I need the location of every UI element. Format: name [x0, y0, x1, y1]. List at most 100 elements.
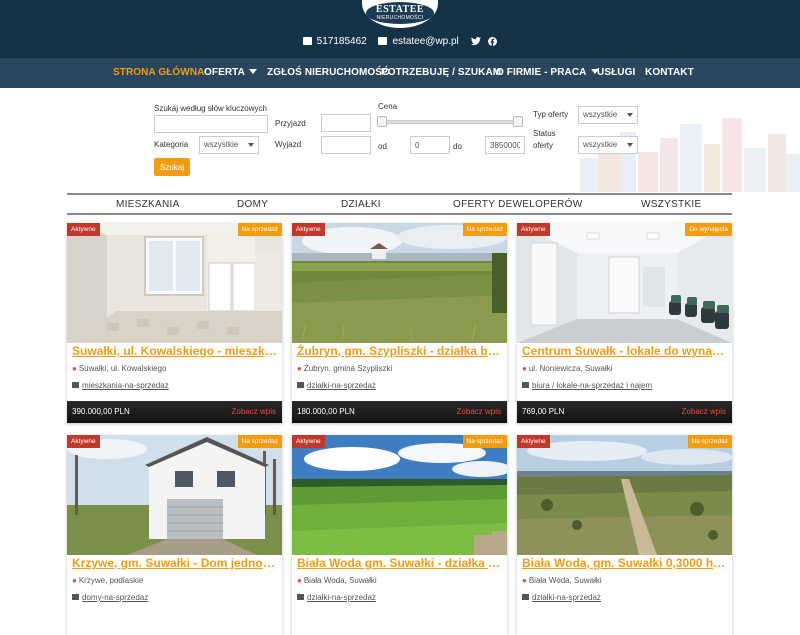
offer-type-badge: Na sprzedaż: [687, 435, 732, 448]
listing-category-text: działki-na-sprzedaż: [307, 593, 376, 602]
nav-strona-glowna[interactable]: STRONA GŁÓWNA: [113, 58, 204, 88]
listing-title[interactable]: Biała Woda, gm. Suwałki 0,3000 ha działk…: [522, 556, 727, 570]
listing-price: 390.000,00 PLN: [72, 407, 130, 416]
tab-domy[interactable]: DOMY: [237, 199, 268, 210]
status-badge: Aktywne: [517, 223, 550, 236]
phone-link[interactable]: 517185462: [302, 36, 370, 47]
listing-category-link[interactable]: mieszkania-na-sprzedaz: [72, 381, 169, 390]
price-slider-min-handle[interactable]: [377, 116, 387, 127]
map-pin-icon: ●: [297, 364, 302, 373]
listing-card[interactable]: Aktywne Na sprzedaż Żubryn, gm. Szyplisz…: [292, 223, 507, 423]
listing-title[interactable]: Krzywe, gm. Suwałki - Dom jednorodzinny: [72, 556, 277, 570]
offer-type-select[interactable]: wszystkie: [578, 106, 638, 124]
offer-type-badge: Na sprzedaż: [237, 435, 282, 448]
main-navigation: STRONA GŁÓWNA OFERTA ZGŁOŚ NIERUCHOMOŚĆ …: [0, 58, 800, 88]
nav-potrzebuje-szukam[interactable]: POTRZEBUJĘ / SZUKAM: [381, 58, 501, 88]
facebook-icon[interactable]: [488, 37, 498, 47]
offer-type-select-value: wszystkie: [583, 110, 618, 119]
nav-oferta[interactable]: OFERTA: [204, 58, 257, 88]
listing-location-text: ul. Noniewicza, Suwałki: [528, 364, 613, 373]
twitter-icon[interactable]: [470, 37, 481, 46]
offer-status-select[interactable]: wszystkie: [578, 136, 638, 154]
listing-card[interactable]: Aktywne Na sprzedaż Krzywe, gm. Suwałki …: [67, 435, 282, 635]
arrival-date-input[interactable]: [321, 114, 371, 132]
tag-icon: [522, 382, 529, 388]
price-from-label: od: [378, 142, 387, 151]
tab-oferty-deweloperow[interactable]: OFERTY DEWELOPERÓW: [453, 199, 583, 210]
listing-category-link[interactable]: działki-na-sprzedaż: [297, 381, 376, 390]
logo-wordmark: ESTATEE: [375, 4, 425, 15]
price-to-input[interactable]: [485, 136, 525, 154]
search-panel: Szukaj według słów kluczowych Kategoria …: [0, 88, 800, 192]
listing-location: ● Biała Woda, Suwałki: [522, 576, 602, 585]
category-label: Kategoria: [154, 140, 189, 149]
tab-wszystkie[interactable]: WSZYSTKIE: [641, 199, 701, 210]
listing-category-text: działki-na-sprzedaż: [532, 593, 601, 602]
estatee-logo[interactable]: ESTATEE NIERUCHOMOŚCI: [362, 0, 438, 28]
listing-title[interactable]: Żubryn, gm. Szypliszki - działka budowla…: [297, 344, 502, 358]
category-select-value: wszystkie: [204, 140, 239, 149]
email-link[interactable]: estatee@wp.pl: [378, 36, 461, 47]
nav-oferta-label: OFERTA: [204, 67, 245, 78]
tag-icon: [72, 382, 79, 388]
offer-status-select-value: wszystkie: [583, 140, 618, 149]
listing-category-text: mieszkania-na-sprzedaz: [82, 381, 169, 390]
view-listing-link[interactable]: Zobacz wpis: [682, 407, 726, 416]
offer-type-badge: Na sprzedaż: [462, 223, 507, 236]
listing-card[interactable]: Aktywne Na sprzedaż Biała Woda, gm. Suwa…: [517, 435, 732, 635]
search-button[interactable]: Szukaj: [154, 158, 190, 176]
listing-location-text: Krzywe, podlaskie: [78, 576, 144, 585]
nav-uslugi[interactable]: USŁUGI: [597, 58, 635, 88]
view-listing-link[interactable]: Zobacz wpis: [232, 407, 276, 416]
price-from-input[interactable]: [410, 136, 450, 154]
offer-status-label: Status: [533, 129, 556, 138]
listing-card[interactable]: Aktywne Na sprzedaż Biała Woda gm. Suwał…: [292, 435, 507, 635]
price-slider-max-handle[interactable]: [513, 116, 523, 127]
nav-zglos-nieruchomosc[interactable]: ZGŁOŚ NIERUCHOMOŚĆ: [267, 58, 389, 88]
arrival-label: Przyjazd: [275, 119, 306, 128]
offer-type-badge: Na sprzedaż: [462, 435, 507, 448]
listing-photo[interactable]: Aktywne Na sprzedaż: [67, 223, 282, 343]
listing-card[interactable]: Aktywne Na sprzedaż Suwałki, ul. Kowalsk…: [67, 223, 282, 423]
status-badge: Aktywne: [67, 223, 100, 236]
view-listing-link[interactable]: Zobacz wpis: [457, 407, 501, 416]
map-pin-icon: ●: [297, 576, 302, 585]
status-badge: Aktywne: [292, 435, 325, 448]
keywords-label: Szukaj według słów kluczowych: [154, 104, 267, 113]
email-address: estatee@wp.pl: [392, 36, 459, 47]
keywords-input[interactable]: [154, 115, 268, 133]
listing-category-link[interactable]: działki-na-sprzedaż: [297, 593, 376, 602]
map-pin-icon: ●: [522, 576, 527, 585]
listing-title[interactable]: Suwałki, ul. Kowalskiego - mieszkanie: [72, 344, 277, 358]
listing-category-link[interactable]: biura / lokale-na-sprzedaż i najem: [522, 381, 652, 390]
price-range-slider[interactable]: [380, 120, 520, 124]
nav-kontakt[interactable]: KONTAKT: [645, 58, 694, 88]
tab-mieszkania[interactable]: MIESZKANIA: [116, 199, 180, 210]
status-badge: Aktywne: [517, 435, 550, 448]
listing-category-link[interactable]: domy-na-sprzedaz: [72, 593, 148, 602]
tab-dzialki[interactable]: DZIAŁKI: [341, 199, 381, 210]
category-select[interactable]: wszystkie: [199, 136, 259, 154]
listing-photo[interactable]: Aktywne Na sprzedaż: [67, 435, 282, 555]
listing-photo[interactable]: Aktywne Do wynajęcia: [517, 223, 732, 343]
listing-title[interactable]: Centrum Suwałk - lokale do wynajęcia: [522, 344, 727, 358]
listing-footer: 769,00 PLN Zobacz wpis: [517, 401, 732, 423]
chevron-down-icon: [627, 143, 633, 147]
logo-badge: ESTATEE NIERUCHOMOŚCI: [366, 2, 434, 24]
tag-icon: [297, 382, 304, 388]
listing-title[interactable]: Biała Woda gm. Suwałki - działka pod zab…: [297, 556, 502, 570]
listing-photo[interactable]: Aktywne Na sprzedaż: [292, 435, 507, 555]
chevron-down-icon: [248, 143, 254, 147]
listing-photo[interactable]: Aktywne Na sprzedaż: [517, 435, 732, 555]
listing-card[interactable]: Aktywne Do wynajęcia Centrum Suwałk - lo…: [517, 223, 732, 423]
listing-photo[interactable]: Aktywne Na sprzedaż: [292, 223, 507, 343]
departure-date-input[interactable]: [321, 136, 371, 154]
listing-footer: 390.000,00 PLN Zobacz wpis: [67, 401, 282, 423]
listing-category-link[interactable]: działki-na-sprzedaż: [522, 593, 601, 602]
listing-location-text: Biała Woda, Suwałki: [528, 576, 602, 585]
listing-price: 769,00 PLN: [522, 407, 565, 416]
listing-location-text: Żubryn, gmina Szypliszki: [303, 364, 393, 373]
chevron-down-icon: [248, 69, 257, 74]
nav-o-firmie-praca[interactable]: O FIRMIE - PRACA: [496, 58, 599, 88]
phone-icon: [302, 37, 312, 46]
